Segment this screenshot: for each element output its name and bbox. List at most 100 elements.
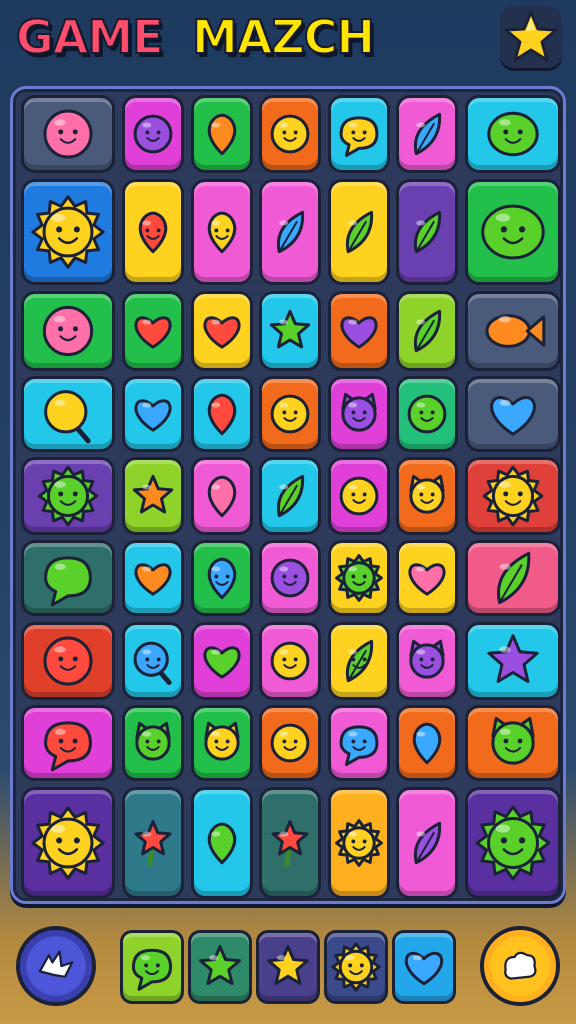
tile-blue-speech-face[interactable] [328, 705, 390, 781]
blue-lollipop-face-icon [133, 641, 172, 686]
tile-blue-leaf[interactable] [396, 95, 458, 173]
tile-orange-balloon[interactable] [191, 95, 253, 173]
hint-button[interactable] [480, 926, 560, 1006]
yellow-sun-face-icon [31, 806, 105, 880]
game-board [10, 86, 566, 904]
purple-berry-face-icon [133, 114, 173, 154]
tile-pink-blob-face[interactable] [21, 291, 115, 371]
tile-red-balloon[interactable] [191, 376, 253, 452]
tile-yellow-drop-face[interactable] [191, 179, 253, 285]
tile-yellow-sun-face[interactable] [465, 457, 561, 535]
yellow-sun-face-icon [31, 195, 105, 269]
tile-green-face[interactable] [396, 376, 458, 452]
tile-yellow-face[interactable] [328, 457, 390, 535]
tile-orange-heart[interactable] [122, 540, 184, 616]
tile-purple-cat-face[interactable] [328, 376, 390, 452]
tile-orange-fish[interactable] [465, 291, 561, 371]
tile-blue-drop-face[interactable] [191, 540, 253, 616]
tile-yellow-face[interactable] [259, 376, 321, 452]
tray-slot-green-speech-face[interactable] [120, 930, 184, 1004]
shuffle-icon [26, 936, 86, 996]
tile-yellow-sun-face[interactable] [328, 787, 390, 899]
star-button[interactable] [500, 6, 562, 68]
tile-yellow-sun-face[interactable] [21, 787, 115, 899]
tile-yellow-face[interactable] [259, 95, 321, 173]
pink-heart-icon [408, 563, 446, 596]
tile-yellow-sun-face[interactable] [21, 179, 115, 285]
green-heart-icon [203, 646, 241, 679]
purple-star-icon [487, 634, 539, 683]
green-gear-face-icon [475, 805, 551, 881]
tile-green-leaf-face[interactable] [328, 622, 390, 700]
shuffle-button[interactable] [16, 926, 96, 1006]
tile-green-leaf[interactable] [396, 179, 458, 285]
tile-yellow-cat-face[interactable] [191, 705, 253, 781]
tile-green-gear-face[interactable] [465, 787, 561, 899]
red-heart-icon [203, 316, 241, 349]
tile-yellow-face[interactable] [259, 622, 321, 700]
tile-purple-berry-face[interactable] [122, 95, 184, 173]
tile-blue-lollipop-face[interactable] [122, 622, 184, 700]
tray-slot-yellow-sun-face[interactable] [324, 930, 388, 1004]
tile-blue-balloon[interactable] [396, 705, 458, 781]
green-face-icon [407, 394, 447, 434]
tray-slot-blue-heart[interactable] [392, 930, 456, 1004]
green-sun-face-icon [335, 554, 383, 602]
pink-drop-icon [207, 475, 237, 518]
tile-purple-cat-face[interactable] [396, 622, 458, 700]
tray-slot-green-star[interactable] [188, 930, 252, 1004]
tile-yellow-speech-face[interactable] [328, 95, 390, 173]
tile-green-star[interactable] [259, 291, 321, 371]
tile-red-star-flower[interactable] [122, 787, 184, 899]
tile-green-cat-face[interactable] [122, 705, 184, 781]
blue-feather-icon [276, 210, 305, 254]
green-star-icon [199, 945, 241, 985]
yellow-speech-face-icon [339, 116, 379, 158]
tile-green-speech[interactable] [21, 540, 115, 616]
yellow-face-icon [270, 114, 310, 154]
tray-slot-yellow-star[interactable] [256, 930, 320, 1004]
tile-yellow-face[interactable] [259, 705, 321, 781]
tile-red-heart[interactable] [191, 291, 253, 371]
yellow-cat-face-icon [204, 721, 240, 761]
tile-red-drop-face[interactable] [122, 179, 184, 285]
purple-feather-icon [413, 821, 442, 865]
tile-purple-feather[interactable] [396, 787, 458, 899]
tile-green-brush[interactable] [328, 179, 390, 285]
orange-fish-icon [485, 314, 546, 348]
tile-green-alien-face[interactable] [465, 95, 561, 173]
tile-green-apple-face[interactable] [465, 179, 561, 285]
tile-purple-star[interactable] [465, 622, 561, 700]
yellow-drop-face-icon [207, 211, 237, 254]
tile-purple-face[interactable] [259, 540, 321, 616]
tile-green-cat-face[interactable] [465, 705, 561, 781]
purple-cat-face-icon [341, 392, 377, 432]
red-balloon-icon [207, 393, 237, 436]
tile-green-sun-face[interactable] [328, 540, 390, 616]
tile-purple-heart[interactable] [328, 291, 390, 371]
tile-blue-feather[interactable] [259, 179, 321, 285]
tile-pink-heart[interactable] [396, 540, 458, 616]
tile-blue-heart[interactable] [122, 376, 184, 452]
tile-blue-heart[interactable] [465, 376, 561, 452]
tile-red-blob-face[interactable] [21, 622, 115, 700]
tile-yellow-lollipop[interactable] [21, 376, 115, 452]
tile-red-speech-face[interactable] [21, 705, 115, 781]
yellow-star-icon [267, 945, 309, 985]
purple-cat-face-icon [409, 639, 445, 679]
tile-green-heart[interactable] [191, 622, 253, 700]
yellow-cat-face-icon [409, 474, 445, 514]
tile-green-shard[interactable] [259, 457, 321, 535]
purple-face-icon [270, 558, 310, 598]
tile-red-star-flower[interactable] [259, 787, 321, 899]
tile-green-sun-face[interactable] [21, 457, 115, 535]
tile-green-leaf[interactable] [396, 291, 458, 371]
green-star-icon [269, 309, 311, 349]
tile-pink-blob-face[interactable] [21, 95, 115, 173]
tile-pink-drop[interactable] [191, 457, 253, 535]
tile-green-drop[interactable] [191, 787, 253, 899]
tile-yellow-cat-face[interactable] [396, 457, 458, 535]
tile-orange-star[interactable] [122, 457, 184, 535]
tile-red-heart[interactable] [122, 291, 184, 371]
tile-green-feather[interactable] [465, 540, 561, 616]
